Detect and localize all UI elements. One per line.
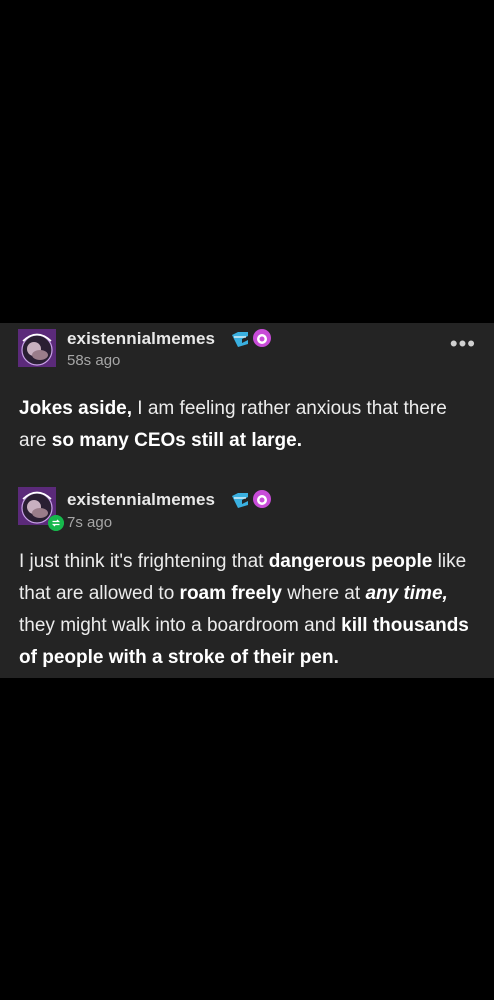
post-username[interactable]: existennialmemes	[67, 490, 215, 510]
post-body-text: they might walk into a boardroom and	[19, 615, 342, 636]
reblog-icon	[48, 515, 64, 531]
avatar-icon[interactable]	[18, 329, 56, 367]
post-thread-card: existennialmemes 58s ago ••• Jokes aside…	[0, 323, 494, 678]
post-body: Jokes aside, I am feeling rather anxious…	[19, 393, 479, 457]
post-username[interactable]: existennialmemes	[67, 329, 215, 349]
blue-badge-icon	[232, 493, 248, 508]
post-body-bold-italic: any time,	[365, 583, 447, 604]
pink-badge-icon	[253, 490, 271, 508]
blog-badges	[232, 490, 271, 508]
post-body-bold: so many CEOs still at large.	[51, 430, 303, 451]
post-body-text: I just think it's frightening that	[19, 551, 269, 572]
blog-badges	[232, 329, 271, 347]
more-options-icon[interactable]: •••	[450, 333, 476, 355]
post-timestamp: 7s ago	[67, 514, 113, 531]
post-body-bold: Jokes aside,	[19, 398, 133, 419]
post-reply: existennialmemes 7s ago I just think it'…	[0, 473, 494, 678]
post-body-text: where at	[282, 583, 366, 604]
post-timestamp: 58s ago	[67, 352, 121, 369]
pink-badge-icon	[253, 329, 271, 347]
post-original: existennialmemes 58s ago ••• Jokes aside…	[0, 323, 494, 473]
post-body-bold: dangerous people	[268, 551, 433, 572]
post-body-bold: roam freely	[179, 583, 282, 604]
blue-badge-icon	[232, 332, 248, 347]
post-body-italic: any time,	[365, 583, 448, 604]
post-body: I just think it's frightening that dange…	[19, 546, 479, 674]
